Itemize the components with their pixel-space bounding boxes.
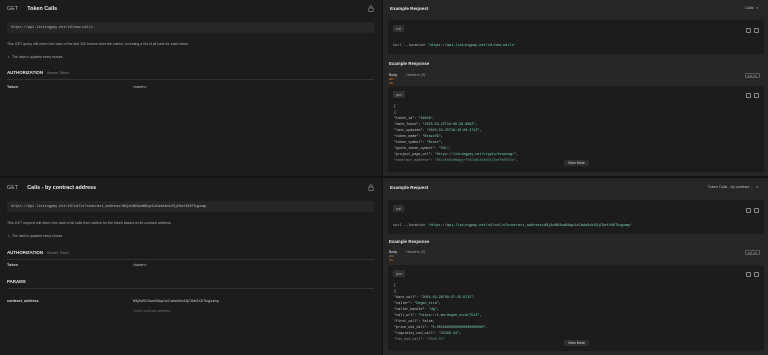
expand-icon[interactable] <box>746 93 751 98</box>
json-line: "first_call": false, <box>394 320 435 324</box>
json-line: [ <box>394 105 397 109</box>
example-selector[interactable]: Calls ▾ <box>745 6 758 10</box>
endpoint-token-calls: GET Token Calls https://api.listingpay.n… <box>0 0 768 176</box>
endpoint-header: GET Token Calls <box>7 5 57 13</box>
divider <box>7 288 374 289</box>
api-docs-page: GET Token Calls https://api.listingpay.n… <box>0 0 768 355</box>
json-line: "last_updated": "2025-03-25T18:40:06.371… <box>394 129 482 133</box>
endpoint-description: This GET request will return the data of… <box>7 221 172 225</box>
divider <box>7 259 374 260</box>
endpoint-title: Token Calls <box>27 6 58 12</box>
json-language[interactable]: json <box>393 270 405 277</box>
example-response-heading: Example Response <box>389 239 430 244</box>
endpoint-header: GET Calls - by contract address <box>7 184 96 192</box>
json-line: { <box>394 290 397 294</box>
expand-icon[interactable] <box>746 272 751 277</box>
status-badge: 200 OK <box>744 73 760 78</box>
json-line: [ <box>394 284 397 288</box>
authorization-heading: AUTHORIZATION Bearer Token <box>7 250 70 255</box>
response-json-block: json [ { "token_id": "49938", "date_foun… <box>388 86 764 172</box>
json-line: "date_call": "2025-03-26T08:37:35.871Z", <box>394 296 476 300</box>
expand-icon[interactable] <box>746 28 751 33</box>
response-json-block: json [ { "date_call": "2025-03-26T08:37:… <box>388 265 764 351</box>
curl-command: curl --location 'https://api.listingpay.… <box>393 44 516 48</box>
chevron-down-icon: ▾ <box>756 6 758 10</box>
lock-icon[interactable] <box>368 184 374 191</box>
json-line: "caller_handle": "dg", <box>394 308 439 312</box>
response-tabs: Body 200 OK Headers (9) <box>389 250 425 262</box>
tab-body-status: 200 OK <box>389 77 394 85</box>
json-line: "token_name": "BrazzOG", <box>394 135 443 139</box>
json-line: "token_id": "49938", <box>394 117 435 121</box>
token-label: Token <box>7 85 18 89</box>
endpoint-url[interactable]: https://api.listingpay.net/v3/calls?cont… <box>7 201 374 212</box>
endpoint-calls-by-contract: GET Calls - by contract address https://… <box>0 178 768 355</box>
chevron-down-icon: ▾ <box>756 185 758 189</box>
token-label: Token <box>7 263 18 267</box>
curl-command: curl --location 'https://api.listingpay.… <box>393 224 633 228</box>
authorization-heading: AUTHORIZATION Bearer Token <box>7 70 70 75</box>
http-method: GET <box>7 6 19 12</box>
example-request-title: Example Request <box>390 185 429 190</box>
json-line: "token_symbol": "Brazz", <box>394 141 443 145</box>
param-description: Token contract address <box>133 309 171 313</box>
copy-icon[interactable] <box>754 208 759 213</box>
request-code-block: curl curl --location 'https://api.listin… <box>388 200 764 234</box>
http-method: GET <box>7 185 19 191</box>
tab-headers[interactable]: Headers (9) <box>406 73 425 77</box>
code-language[interactable]: curl <box>393 25 405 32</box>
json-line: "caller": "Degen_xtrm", <box>394 302 441 306</box>
json-line: "call_url": "https://t.me/degen_xtrm/751… <box>394 314 482 318</box>
token-value: <token> <box>133 263 147 267</box>
json-language[interactable]: json <box>393 91 405 98</box>
tab-body-status: 200 OK <box>389 254 394 262</box>
lock-icon[interactable] <box>368 5 374 12</box>
copy-icon[interactable] <box>754 272 759 277</box>
expand-icon[interactable] <box>746 208 751 213</box>
tab-headers[interactable]: Headers (9) <box>406 250 425 254</box>
view-more-button[interactable]: View More <box>564 340 589 346</box>
auth-type: Bearer Token <box>47 71 70 75</box>
endpoint-note: The data is updated every minute. <box>8 55 63 59</box>
tab-body[interactable]: Body 200 OK <box>389 73 397 85</box>
params-heading: PARAMS <box>7 279 26 284</box>
copy-icon[interactable] <box>754 93 759 98</box>
endpoint-description: This GET query will return the data of t… <box>7 42 190 46</box>
code-language[interactable]: curl <box>393 205 405 212</box>
example-selector[interactable]: Token Calls - by contract ... ▾ <box>708 185 758 189</box>
json-line: { <box>394 111 397 115</box>
json-line: "date_found": "2025-03-25T16:09:38.680Z"… <box>394 123 478 127</box>
token-value: <token> <box>133 85 147 89</box>
view-more-button[interactable]: View More <box>564 160 589 166</box>
divider <box>7 79 374 80</box>
param-value: 89jAvBG4umB6qz1zCada3nk43jC8af4X6Tkqpump <box>133 299 219 303</box>
auth-type: Bearer Token <box>47 251 70 255</box>
response-tabs: Body 200 OK Headers (9) <box>389 73 425 85</box>
endpoint-note: The data is updated every minute. <box>8 234 63 238</box>
request-code-block: curl curl --location 'https://api.listin… <box>388 20 764 54</box>
copy-icon[interactable] <box>754 28 759 33</box>
endpoint-doc-panel: GET Token Calls https://api.listingpay.n… <box>0 0 382 176</box>
endpoint-url[interactable]: https://api.listingpay.net/v3/new-calls <box>7 22 374 33</box>
param-key: contract_address <box>7 299 39 303</box>
endpoint-doc-panel: GET Calls - by contract address https://… <box>0 178 382 355</box>
json-line: "quote_token_symbol": "SOL", <box>394 147 451 151</box>
example-response-heading: Example Response <box>389 61 430 66</box>
example-request-title: Example Request <box>390 6 429 11</box>
endpoint-title: Calls - by contract address <box>27 185 97 191</box>
status-badge: 200 OK <box>744 250 760 255</box>
tab-body[interactable]: Body 200 OK <box>389 250 397 262</box>
json-line: "price_usd_call": "0.0016060000000000000… <box>394 326 488 330</box>
